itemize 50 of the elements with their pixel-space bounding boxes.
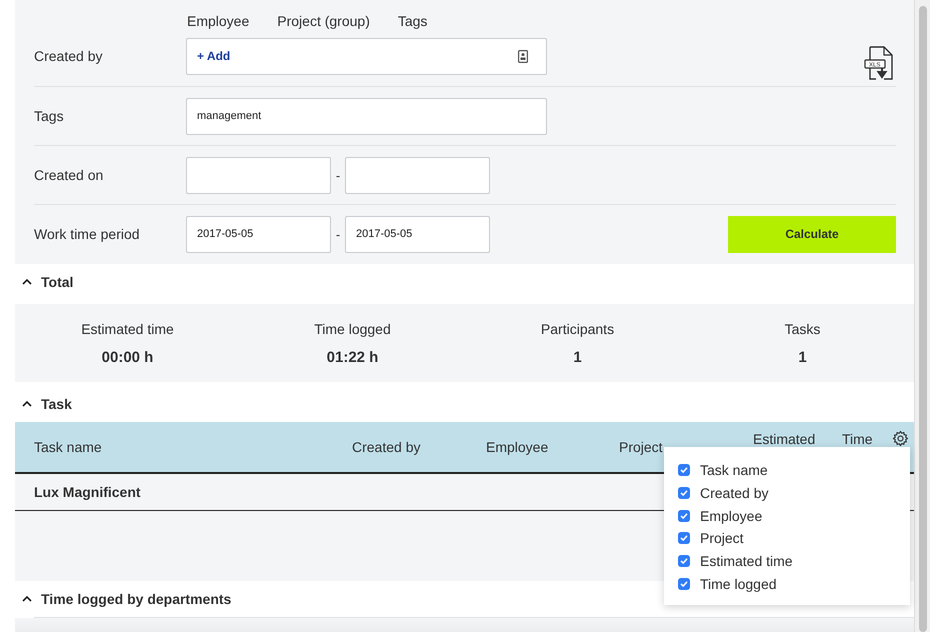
stat-value: 1	[573, 348, 582, 366]
section-toggle[interactable]: Total	[21, 274, 74, 290]
stat-label: Tasks	[784, 320, 820, 336]
created-by-field[interactable]: + Add	[186, 38, 547, 74]
column-option[interactable]: Time logged	[678, 572, 910, 596]
column-option[interactable]: Employee	[678, 504, 910, 528]
column-header: Estimated	[753, 431, 816, 447]
column-header: Time	[842, 431, 874, 447]
stat-label: Participants	[540, 320, 614, 336]
stat-value: 1	[798, 348, 807, 366]
date-from-field[interactable]	[186, 156, 331, 194]
tags-field[interactable]: management	[186, 98, 547, 134]
table-cell: Lux Magnificent	[34, 484, 141, 500]
checkbox[interactable]	[678, 532, 690, 544]
checkbox[interactable]	[678, 510, 690, 522]
checkbox[interactable]	[678, 578, 690, 590]
column-header: Task name	[34, 439, 103, 455]
date-from-field[interactable]: 2017-05-05	[186, 216, 331, 252]
section-toggle[interactable]: Task	[21, 396, 72, 412]
date-to-field[interactable]	[345, 156, 490, 194]
checkbox[interactable]	[678, 555, 690, 568]
calculate-button[interactable]: Calculate	[728, 216, 896, 252]
filter-tab[interactable]: Tags	[398, 13, 428, 29]
column-header: Employee	[486, 439, 550, 455]
field-label: Created on	[34, 167, 104, 183]
add-link[interactable]: + Add	[197, 49, 230, 63]
settings-icon[interactable]	[892, 430, 909, 447]
scrollbar[interactable]	[914, 0, 930, 632]
section-toggle[interactable]: Time logged by departments	[21, 591, 232, 607]
column-option[interactable]: Project	[678, 527, 910, 550]
contact-card-icon	[518, 50, 528, 62]
date-to-field[interactable]: 2017-05-05	[345, 216, 490, 252]
column-header: Project	[619, 439, 664, 455]
field-label: Tags	[34, 108, 65, 124]
field-label: Created by	[34, 48, 104, 64]
checkbox[interactable]	[678, 487, 690, 500]
stat-value: 00:00 h	[102, 348, 154, 366]
column-header: Created by	[352, 439, 422, 455]
filter-tab[interactable]: Employee	[187, 13, 250, 29]
stat-label: Estimated time	[81, 320, 174, 336]
column-option[interactable]: Created by	[678, 482, 910, 504]
stat-value: 01:22 h	[326, 348, 378, 366]
stat-label: Time logged	[314, 320, 391, 336]
range-separator: -	[334, 168, 342, 182]
column-option[interactable]: Task name	[678, 459, 910, 482]
column-option[interactable]: Estimated time	[678, 550, 910, 572]
checkbox[interactable]	[678, 464, 690, 476]
range-separator: -	[334, 226, 342, 242]
filter-tab[interactable]: Project (group)	[277, 13, 370, 29]
field-label: Work time period	[34, 226, 141, 242]
